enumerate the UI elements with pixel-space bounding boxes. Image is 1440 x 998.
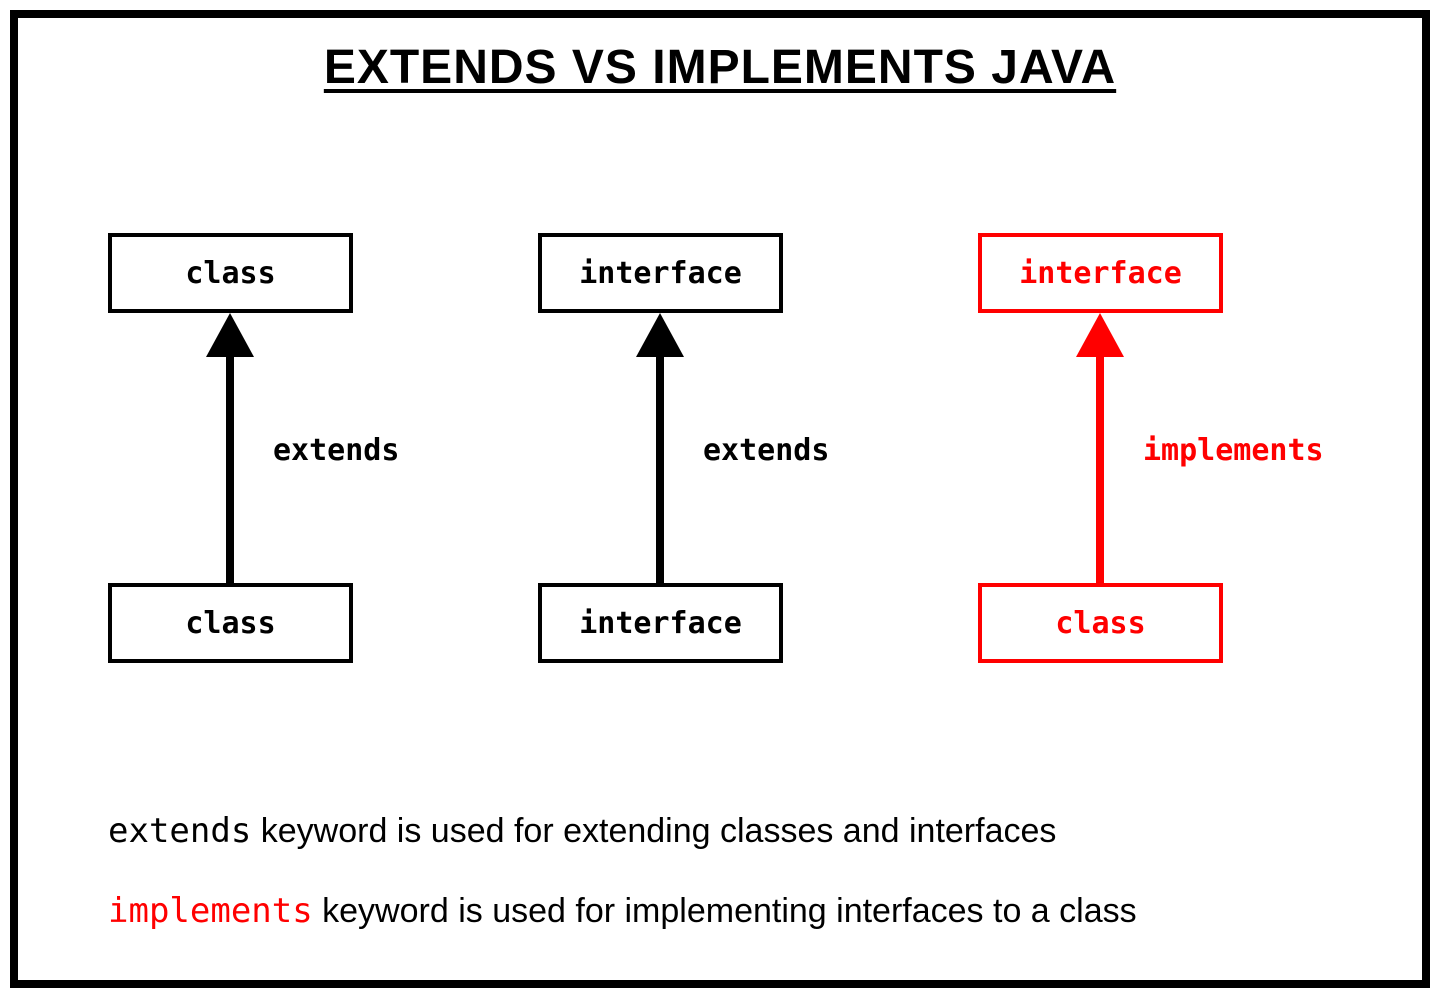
footer-text-2: keyword is used for implementing interfa…: [313, 892, 1137, 930]
keyword-extends: extends: [108, 811, 251, 851]
diagram-area: class extends class interface extends in…: [18, 233, 1422, 683]
top-box-interface: interface: [538, 233, 783, 313]
relation-label: extends: [703, 433, 829, 468]
arrow-container: extends: [108, 313, 353, 583]
relation-label: extends: [273, 433, 399, 468]
keyword-implements: implements: [108, 891, 313, 931]
arrow-container: extends: [538, 313, 783, 583]
bottom-box-interface: interface: [538, 583, 783, 663]
arrow-container: implements: [978, 313, 1223, 583]
diagram-frame: EXTENDS VS IMPLEMENTS JAVA class extends…: [10, 10, 1430, 988]
bottom-box-class: class: [108, 583, 353, 663]
top-box-interface-red: interface: [978, 233, 1223, 313]
footer-text-1: keyword is used for extending classes an…: [251, 812, 1056, 850]
footer-line-implements: implements keyword is used for implement…: [108, 888, 1332, 936]
top-box-class: class: [108, 233, 353, 313]
relation-label: implements: [1143, 433, 1324, 468]
bottom-box-class-red: class: [978, 583, 1223, 663]
diagram-title: EXTENDS VS IMPLEMENTS JAVA: [18, 40, 1422, 95]
footer-line-extends: extends keyword is used for extending cl…: [108, 808, 1332, 856]
